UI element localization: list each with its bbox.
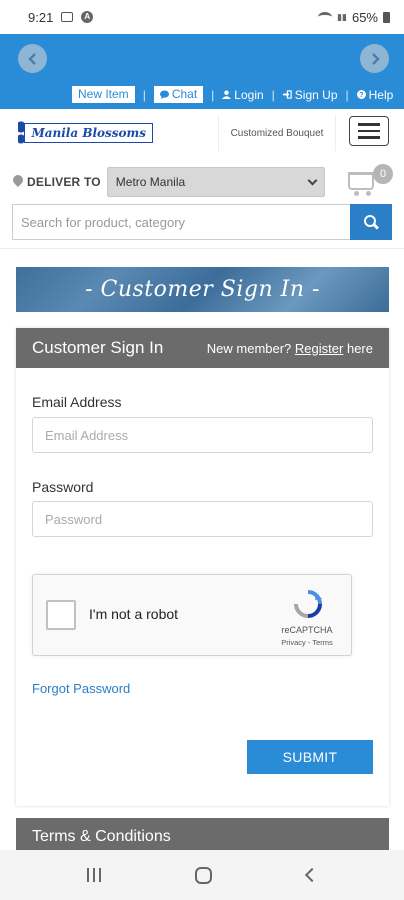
signup-label: Sign Up — [294, 87, 338, 102]
help-icon: ? — [356, 90, 366, 99]
new-member-text: New member? Register here — [207, 341, 373, 356]
divider — [0, 248, 404, 249]
help-label: Help — [368, 87, 394, 102]
help-link[interactable]: ? Help — [356, 87, 394, 102]
submit-button[interactable]: SUBMIT — [247, 740, 373, 774]
banner-text: - Customer Sign In - — [85, 277, 320, 302]
cart-wheel — [354, 191, 359, 196]
status-bar: 9:21 A ▮▮ 65% — [0, 0, 404, 34]
status-time: 9:21 — [28, 9, 54, 25]
new-member-label: New member? — [206, 340, 292, 356]
email-label: Email Address — [32, 394, 122, 410]
back-button[interactable] — [304, 867, 319, 883]
cart-count-badge: 0 — [373, 164, 393, 184]
chat-label: Chat — [171, 87, 198, 101]
terms-header[interactable]: Terms & Conditions — [16, 818, 389, 850]
recaptcha-label: I'm not a robot — [89, 606, 179, 622]
register-link[interactable]: Register — [295, 341, 343, 356]
signup-link[interactable]: Sign Up — [282, 87, 338, 102]
notification-icon: A — [81, 11, 94, 23]
sign-in-title: Customer Sign In — [32, 338, 164, 357]
wifi-icon — [318, 12, 333, 22]
chevron-left-icon — [27, 52, 36, 65]
delivery-area-value: Metro Manila — [115, 175, 186, 189]
password-field[interactable] — [32, 501, 373, 537]
recent-bar — [87, 868, 90, 882]
password-label: Password — [32, 479, 94, 495]
location-pin-icon — [12, 175, 24, 190]
chat-icon — [159, 90, 169, 99]
carousel-next-button[interactable] — [360, 44, 389, 73]
recent-bar — [99, 868, 102, 882]
top-bar: New Item | Chat | Login | Sign Up | ? He… — [0, 34, 404, 109]
recaptcha-privacy-terms[interactable]: Privacy - Terms — [267, 638, 347, 647]
sign-in-icon — [282, 90, 292, 99]
carousel-prev-button[interactable] — [18, 44, 47, 73]
svg-text:?: ? — [359, 90, 363, 99]
chevron-down-icon — [307, 175, 318, 185]
recent-bar — [93, 868, 96, 882]
sign-in-banner: - Customer Sign In - — [16, 267, 389, 312]
site-logo[interactable]: Manila Blossoms — [18, 114, 153, 152]
cart-icon — [348, 172, 374, 190]
chat-link[interactable]: Chat — [153, 86, 204, 103]
menu-line — [358, 136, 380, 139]
register-suffix: here — [346, 340, 373, 356]
top-links: New Item | Chat | Login | Sign Up | ? He… — [72, 86, 393, 103]
gallery-icon — [61, 12, 74, 22]
separator: | — [142, 87, 146, 102]
separator: | — [345, 87, 349, 102]
menu-line — [358, 129, 380, 133]
search-bar — [12, 204, 392, 240]
user-icon — [222, 90, 232, 99]
logo-text: Manila Blossoms — [24, 123, 153, 143]
new-item-link[interactable]: New Item — [72, 86, 135, 103]
recaptcha-logo-icon — [294, 590, 322, 618]
sign-in-card-header: Customer Sign In New member? Register he… — [16, 328, 389, 368]
email-field[interactable] — [32, 417, 373, 453]
search-button[interactable] — [350, 204, 392, 240]
login-link[interactable]: Login — [222, 87, 264, 102]
customized-bouquet-link[interactable]: Customized Bouquet — [218, 115, 336, 151]
menu-line — [358, 123, 380, 126]
recent-apps-button[interactable] — [87, 868, 102, 882]
signal-icon: ▮▮ — [337, 11, 347, 22]
login-label: Login — [234, 87, 264, 102]
separator: | — [271, 87, 275, 102]
recaptcha-widget: I'm not a robot reCAPTCHA Privacy - Term… — [32, 574, 352, 656]
sign-in-card: Customer Sign In New member? Register he… — [16, 328, 389, 806]
deliver-label: DELIVER TO — [27, 175, 101, 189]
battery-level: 65% — [351, 9, 378, 25]
recaptcha-checkbox[interactable] — [46, 600, 76, 630]
battery-icon — [383, 11, 390, 23]
site-header: Manila Blossoms Customized Bouquet — [0, 109, 404, 157]
home-button[interactable] — [195, 866, 213, 884]
deliver-row: DELIVER TO Metro Manila 0 — [12, 164, 393, 198]
cart-button[interactable]: 0 — [346, 164, 396, 198]
search-icon — [364, 215, 378, 229]
search-input[interactable] — [12, 204, 350, 240]
delivery-area-select[interactable]: Metro Manila — [106, 167, 325, 197]
forgot-password-link[interactable]: Forgot Password — [32, 681, 130, 696]
recaptcha-brand: reCAPTCHA — [281, 625, 333, 635]
hamburger-menu-button[interactable] — [349, 116, 389, 146]
system-nav-bar — [0, 850, 404, 900]
chevron-right-icon — [371, 52, 380, 65]
cart-wheel — [366, 191, 371, 196]
separator: | — [211, 87, 215, 102]
